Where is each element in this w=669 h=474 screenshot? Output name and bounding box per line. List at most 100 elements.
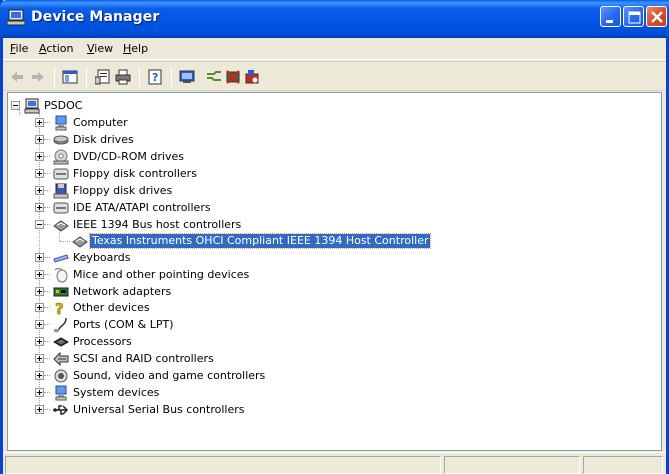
tree-item-label: Floppy disk controllers: [73, 167, 197, 180]
expand-toggle[interactable]: [35, 371, 44, 380]
network-adapter-icon: [53, 287, 69, 297]
expand-toggle[interactable]: [35, 253, 44, 262]
ide-controller-icon: [53, 202, 69, 214]
close-icon: [651, 11, 663, 23]
computer-root-icon: [24, 98, 40, 114]
expand-toggle[interactable]: [35, 152, 44, 161]
expand-toggle[interactable]: [35, 388, 44, 397]
tree-item-label: System devices: [73, 386, 160, 399]
port-icon: [54, 317, 67, 333]
maximize-icon: [628, 11, 641, 24]
system-device-icon: [55, 385, 67, 401]
menu-file[interactable]: File: [10, 42, 28, 55]
keyboard-icon: [53, 254, 69, 263]
tree-item-label: Keyboards: [73, 251, 131, 264]
dvd-drive-icon: [53, 149, 69, 165]
update-driver-icon[interactable]: [206, 69, 222, 85]
tree-line: [60, 241, 70, 242]
expand-toggle[interactable]: [35, 337, 44, 346]
tree-item-label: Disk drives: [73, 133, 134, 146]
computer-icon: [55, 115, 67, 131]
scan-hardware-icon[interactable]: [179, 69, 195, 85]
tree-item-label: Processors: [73, 335, 132, 348]
menu-help[interactable]: Help: [123, 42, 148, 55]
floppy-controller-icon: [53, 168, 69, 180]
tree-item-label: IEEE 1394 Bus host controllers: [73, 218, 242, 231]
device-manager-app-icon: [7, 9, 25, 26]
scsi-controller-icon: [53, 351, 69, 367]
tree-item-label: Other devices: [73, 301, 150, 314]
menu-view[interactable]: View: [87, 42, 113, 55]
tree-line: [44, 224, 50, 225]
floppy-drive-icon: [53, 183, 69, 199]
tree-item-label: IDE ATA/ATAPI controllers: [73, 201, 211, 214]
forward-arrow-icon[interactable]: [30, 69, 46, 85]
minimize-icon: [606, 20, 613, 23]
tree-line: [44, 341, 50, 342]
maximize-button[interactable]: [623, 6, 644, 27]
device-tree[interactable]: PSDOC Computer Disk drives DVD/CD-ROM dr…: [7, 92, 662, 451]
tree-line: [44, 409, 50, 410]
title-bar[interactable]: Device Manager: [0, 0, 669, 38]
mouse-icon: [54, 268, 68, 283]
expand-toggle[interactable]: [35, 303, 44, 312]
svg-text:?: ?: [55, 300, 64, 316]
expand-toggle[interactable]: [35, 203, 44, 212]
status-pane-tertiary: [583, 456, 663, 474]
back-arrow-icon[interactable]: [9, 69, 25, 85]
show-hide-console-tree-icon[interactable]: [62, 69, 78, 85]
window-title: Device Manager: [31, 9, 160, 25]
tree-item-label: Floppy disk drives: [73, 184, 173, 197]
unknown-device-icon: ?: [55, 300, 64, 316]
device-manager-window: Device Manager File Action View Help ? P…: [0, 0, 669, 474]
tree-item-label: Mice and other pointing devices: [73, 268, 250, 281]
expand-toggle[interactable]: [35, 186, 44, 195]
tree-item-label: DVD/CD-ROM drives: [73, 150, 184, 163]
menu-action[interactable]: Action: [39, 42, 73, 55]
disable-icon[interactable]: [244, 69, 260, 85]
sound-icon: [54, 369, 68, 383]
tree-line: [44, 291, 50, 292]
tree-item-label: Ports (COM & LPT): [73, 318, 174, 331]
tree-item-label: Computer: [73, 116, 128, 129]
uninstall-icon[interactable]: [225, 69, 241, 85]
tree-line: [44, 375, 50, 376]
tree-item-label: Universal Serial Bus controllers: [73, 403, 245, 416]
menu-bar: File Action View Help: [3, 38, 666, 60]
expand-toggle[interactable]: [35, 135, 44, 144]
minimize-button[interactable]: [600, 6, 621, 27]
properties-icon[interactable]: [95, 69, 111, 85]
tree-line: [44, 257, 50, 258]
expand-toggle[interactable]: [35, 287, 44, 296]
toolbar: ?: [3, 61, 666, 91]
toolbar-separator: [54, 67, 55, 87]
svg-text:?: ?: [152, 71, 158, 84]
expand-toggle[interactable]: [35, 320, 44, 329]
tree-line: [44, 190, 50, 191]
tree-line: [44, 173, 50, 174]
tree-line: [44, 207, 50, 208]
tree-item-label: Sound, video and game controllers: [73, 369, 266, 382]
processor-icon: [53, 337, 69, 347]
collapse-toggle[interactable]: [35, 220, 44, 229]
expand-toggle[interactable]: [35, 270, 44, 279]
help-icon[interactable]: ?: [147, 69, 163, 85]
expand-toggle[interactable]: [35, 354, 44, 363]
collapse-toggle[interactable]: [11, 101, 20, 110]
tree-root-label: PSDOC: [44, 99, 83, 112]
close-button[interactable]: [646, 6, 667, 27]
usb-icon: [53, 405, 69, 415]
expand-toggle[interactable]: [35, 169, 44, 178]
tree-line: [44, 139, 50, 140]
tree-line: [44, 392, 50, 393]
tree-line: [44, 156, 50, 157]
tree-item-label: Network adapters: [73, 285, 172, 298]
tree-line: [44, 122, 50, 123]
expand-toggle[interactable]: [35, 405, 44, 414]
expand-toggle[interactable]: [35, 118, 44, 127]
toolbar-separator: [139, 67, 140, 87]
toolbar-separator: [171, 67, 172, 87]
ieee1394-device-icon: [72, 236, 88, 248]
print-icon[interactable]: [115, 69, 131, 85]
disk-drive-icon: [53, 135, 69, 145]
